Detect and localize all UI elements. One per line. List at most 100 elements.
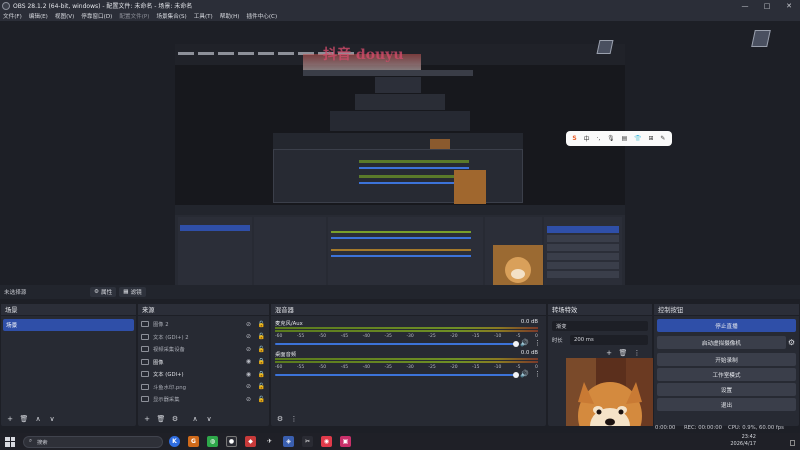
preview-canvas[interactable]: 抖音 douyu xyxy=(175,44,625,297)
sources-header: 来源 xyxy=(138,304,269,316)
skin-icon[interactable]: 👕 xyxy=(634,135,641,142)
menu-scene-collection[interactable]: 场景集合(S) xyxy=(156,12,186,20)
advanced-audio-icon[interactable]: ⚙ xyxy=(274,414,286,424)
source-item[interactable]: 图像 ◉ 🔒 xyxy=(138,356,269,369)
properties-button[interactable]: ⚙ 属性 xyxy=(90,287,117,297)
volume-slider[interactable] xyxy=(275,341,519,347)
pen-icon[interactable]: ✎ xyxy=(660,135,665,142)
menu-docks[interactable]: 停靠窗口(D) xyxy=(81,12,112,20)
ime-punct-toggle[interactable]: ·, xyxy=(596,135,600,142)
eye-hidden-icon[interactable]: ⊘ xyxy=(244,346,253,353)
scene-item[interactable]: 场景 xyxy=(3,319,134,331)
filters-button[interactable]: ▦ 滤镜 xyxy=(119,287,146,297)
ime-sogou-icon[interactable]: S xyxy=(572,135,576,142)
transition-select[interactable]: 渐变 xyxy=(552,320,648,331)
eye-hidden-icon[interactable]: ⊘ xyxy=(244,321,253,328)
microphone-icon[interactable]: 🎙 xyxy=(607,135,615,142)
taskbar-search[interactable]: ⌕ 搜索 xyxy=(23,435,163,448)
keyboard-icon[interactable]: ▤ xyxy=(622,135,628,142)
speaker-icon[interactable]: 🔊 xyxy=(520,339,529,347)
lock-icon[interactable]: 🔒 xyxy=(257,358,266,365)
obs-app-icon[interactable]: ● xyxy=(226,436,237,447)
app-blue-icon[interactable]: ◈ xyxy=(283,436,294,447)
menu-help[interactable]: 帮助(H) xyxy=(220,12,240,20)
lock-icon[interactable]: 🔒 xyxy=(257,371,266,378)
app-qq-icon[interactable]: ◉ xyxy=(321,436,332,447)
app-pink-icon[interactable]: ▣ xyxy=(340,436,351,447)
menu-profile[interactable]: 配置文件(P) xyxy=(119,12,149,20)
settings-button[interactable]: 设置 xyxy=(657,383,796,396)
trash-icon[interactable]: 🗑 xyxy=(617,348,629,358)
menu-plugins[interactable]: 插件中心(C) xyxy=(247,12,278,20)
taskbar-clock[interactable]: 23:42 2026/4/17 xyxy=(730,434,756,448)
trash-icon[interactable]: 🗑 xyxy=(18,414,30,424)
move-down-icon[interactable]: ∨ xyxy=(203,414,215,424)
source-item[interactable]: 文本 (GDI+) 2 ⊘ 🔓 xyxy=(138,331,269,344)
menu-file[interactable]: 文件(F) xyxy=(3,12,22,20)
more-options-icon[interactable]: ⋮ xyxy=(288,414,300,424)
ime-chinese-toggle[interactable]: 中 xyxy=(584,134,590,143)
app-tools-icon[interactable]: ✂ xyxy=(302,436,313,447)
source-item[interactable]: 显示器采集 ⊘ 🔓 xyxy=(138,393,269,406)
gear-icon[interactable]: ⚙ xyxy=(788,338,795,347)
ime-toolbar[interactable]: S 中 ·, 🎙 ▤ 👕 ⊞ ✎ xyxy=(566,131,672,146)
scenes-header: 场景 xyxy=(1,304,136,316)
stop-streaming-button[interactable]: 停止直播 xyxy=(657,319,796,332)
slider-knob[interactable] xyxy=(513,341,519,347)
eye-hidden-icon[interactable]: ⊘ xyxy=(244,333,253,340)
more-options-icon[interactable]: ⋮ xyxy=(534,370,541,378)
wechat-icon[interactable]: ◍ xyxy=(207,436,218,447)
source-name: 视频采集设备 xyxy=(153,347,185,354)
app-plane-icon[interactable]: ✈ xyxy=(264,436,275,447)
duration-input[interactable]: 200 ms xyxy=(570,334,648,345)
eye-hidden-icon[interactable]: ⊘ xyxy=(244,383,253,390)
eye-icon[interactable]: ◉ xyxy=(244,371,253,378)
app-red-icon[interactable]: ◆ xyxy=(245,436,256,447)
move-up-icon[interactable]: ∧ xyxy=(32,414,44,424)
speaker-icon[interactable]: 🔊 xyxy=(520,370,529,378)
source-item[interactable]: 视频采集设备 ⊘ 🔓 xyxy=(138,343,269,356)
add-transition-icon[interactable]: + xyxy=(603,348,615,358)
move-up-icon[interactable]: ∧ xyxy=(189,414,201,424)
menu-tools[interactable]: 工具(T) xyxy=(194,12,213,20)
unlock-icon[interactable]: 🔓 xyxy=(257,396,266,403)
transition-buttons: + 🗑 ⋮ xyxy=(603,348,645,358)
volume-meter xyxy=(275,327,538,329)
more-options-icon[interactable]: ⋮ xyxy=(534,339,541,347)
preview-area[interactable]: 抖音 douyu S 中 ·, 🎙 ▤ 👕 ⊞ ✎ xyxy=(0,21,800,297)
virtual-camera-button[interactable]: 启动虚拟摄像机 xyxy=(657,336,786,349)
slider-knob[interactable] xyxy=(513,372,519,378)
unlock-icon[interactable]: 🔓 xyxy=(257,333,266,340)
add-scene-icon[interactable]: + xyxy=(4,414,16,424)
trash-icon[interactable]: 🗑 xyxy=(155,414,167,424)
eye-icon[interactable]: ◉ xyxy=(244,358,253,365)
source-item[interactable]: 文本 (GDI+) ◉ 🔒 xyxy=(138,368,269,381)
eye-hidden-icon[interactable]: ⊘ xyxy=(244,396,253,403)
source-item[interactable]: 斗鱼水印.png ⊘ 🔓 xyxy=(138,381,269,394)
volume-slider[interactable] xyxy=(275,372,519,378)
notification-icon[interactable] xyxy=(790,440,795,446)
menu-edit[interactable]: 编辑(E) xyxy=(29,12,48,20)
maximize-button[interactable]: □ xyxy=(756,0,778,11)
grid-icon[interactable]: ⊞ xyxy=(649,135,654,142)
unlock-icon[interactable]: 🔓 xyxy=(257,321,266,328)
unlock-icon[interactable]: 🔓 xyxy=(257,346,266,353)
app-k-icon[interactable]: K xyxy=(169,436,180,447)
move-down-icon[interactable]: ∨ xyxy=(46,414,58,424)
gear-icon[interactable]: ⚙ xyxy=(169,414,181,424)
recursive-obs-window xyxy=(273,149,523,204)
title-bar: OBS 28.1.2 (64-bit, windows) - 配置文件: 未命名… xyxy=(0,0,800,11)
windows-start-icon[interactable] xyxy=(5,436,15,447)
menu-view[interactable]: 视图(V) xyxy=(55,12,74,20)
start-recording-button[interactable]: 开始录制 xyxy=(657,353,796,366)
close-button[interactable]: ✕ xyxy=(778,0,800,11)
minimize-button[interactable]: — xyxy=(734,0,756,11)
source-item[interactable]: 图像 2 ⊘ 🔓 xyxy=(138,318,269,331)
add-source-icon[interactable]: + xyxy=(141,414,153,424)
exit-button[interactable]: 退出 xyxy=(657,398,796,411)
studio-mode-button[interactable]: 工作室模式 xyxy=(657,368,796,381)
unlock-icon[interactable]: 🔓 xyxy=(257,383,266,390)
source-name: 斗鱼水印.png xyxy=(153,384,186,391)
more-options-icon[interactable]: ⋮ xyxy=(631,348,643,358)
app-g-icon[interactable]: G xyxy=(188,436,199,447)
